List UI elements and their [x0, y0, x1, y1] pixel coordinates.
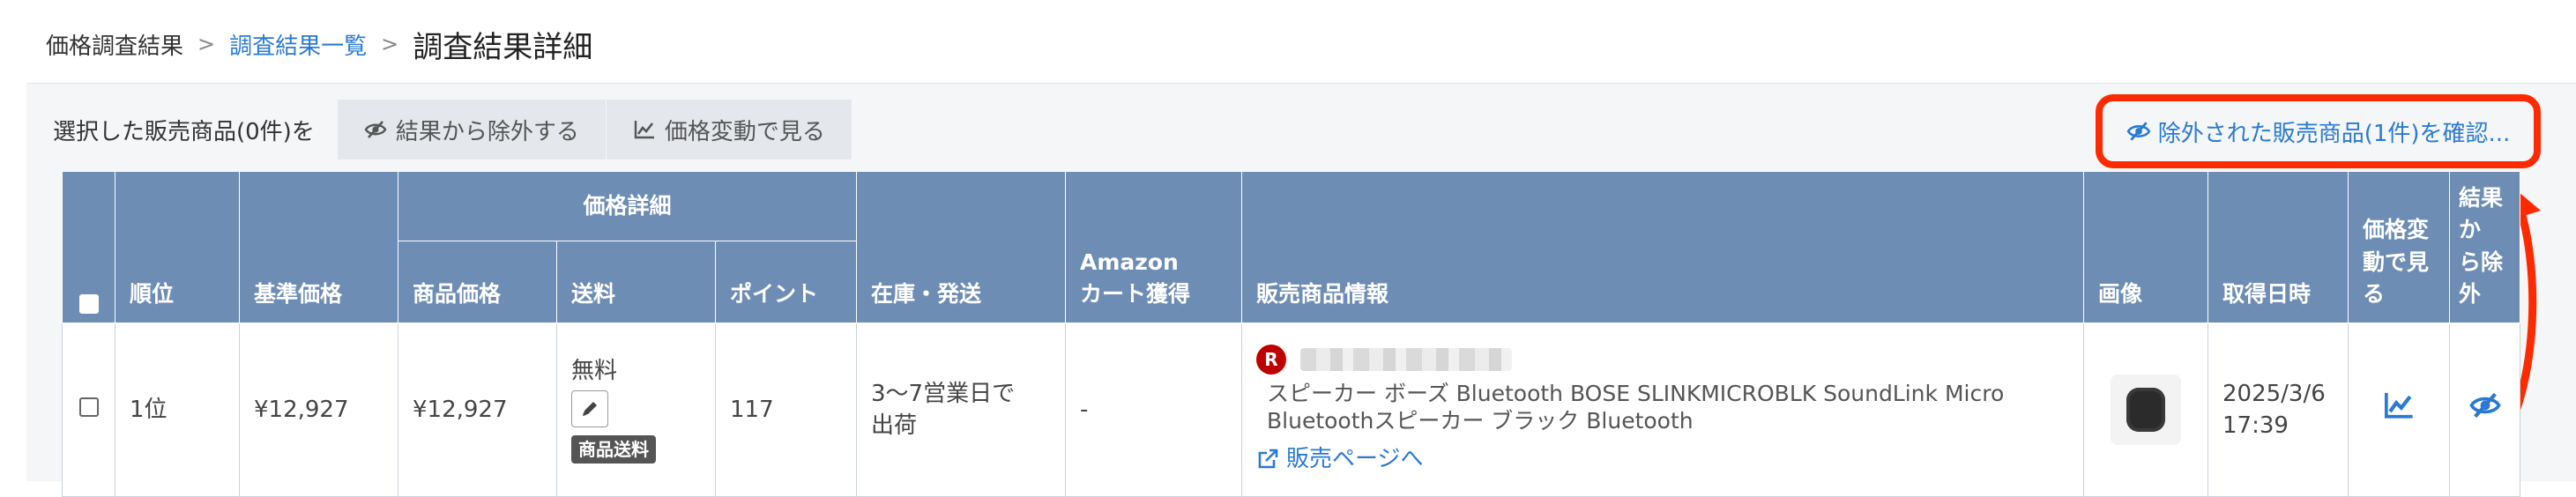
sale-page-label: 販売ページへ	[1286, 446, 1424, 473]
sale-page-link[interactable]: 販売ページへ	[1256, 443, 2069, 475]
page-title: 調査結果詳細	[413, 29, 593, 65]
exclude-selected-label: 結果から除外する	[395, 118, 579, 145]
edit-shipping-button[interactable]	[571, 390, 608, 427]
view-excluded-items-label: 除外された販売商品(1件)を確認...	[2157, 120, 2511, 147]
seller-name-redacted	[1300, 347, 1512, 371]
item-price-cell: ¥12,927	[398, 323, 557, 497]
header-product-info: 販売商品情報	[1241, 171, 2084, 323]
header-shipping[interactable]: 送料	[556, 241, 716, 323]
header-amazon-cart[interactable]: Amazon カート獲得	[1065, 171, 1242, 323]
header-item-price[interactable]: 商品価格	[398, 241, 557, 323]
price-change-view-button[interactable]: 価格変動で見る	[606, 100, 852, 159]
exclude-selected-button[interactable]: 結果から除外する	[337, 100, 607, 159]
breadcrumb-separator: >	[197, 32, 216, 56]
row-select-cell	[62, 323, 115, 497]
header-stock[interactable]: 在庫・発送	[856, 171, 1066, 323]
header-points[interactable]: ポイント	[715, 241, 857, 323]
breadcrumb-separator: >	[381, 32, 399, 56]
line-chart-icon	[634, 121, 654, 139]
product-name: スピーカー ボーズ Bluetooth BOSE SLINKMICROBLK S…	[1267, 380, 2005, 434]
eye-slash-icon	[2126, 122, 2151, 141]
exclude-cell	[2449, 323, 2520, 497]
amazon-cart-cell: -	[1065, 323, 1242, 497]
header-price-detail-group: 価格詳細	[398, 171, 857, 241]
acquired-at-cell: 2025/3/6 17:39	[2207, 323, 2349, 497]
product-thumbnail[interactable]	[2111, 375, 2181, 445]
excluded-items-highlight: 除外された販売商品(1件)を確認...	[2096, 94, 2541, 168]
shipping-badge: 商品送料	[571, 435, 656, 464]
rakuten-logo: R	[1256, 344, 1286, 375]
base-price-cell: ¥12,927	[239, 323, 398, 497]
product-info-cell: R スピーカー ボーズ Bluetooth BOSE SLINKMICROBLK…	[1241, 323, 2084, 497]
eye-slash-icon[interactable]	[2468, 390, 2502, 420]
price-change-cell	[2348, 323, 2450, 497]
line-chart-icon[interactable]	[2381, 390, 2416, 420]
select-all-checkbox[interactable]	[78, 293, 99, 314]
external-link-icon	[1258, 449, 1278, 469]
shipping-value: 無料	[571, 357, 618, 384]
stock-cell: 3〜7営業日で 出荷	[856, 323, 1066, 497]
select-all-cell	[62, 171, 115, 323]
view-excluded-items-link[interactable]: 除外された販売商品(1件)を確認...	[2126, 115, 2511, 148]
header-exclude: 結果か ら除外	[2449, 171, 2520, 323]
results-table: 順位 基準価格 価格詳細 在庫・発送 Amazon カート獲得 販売商品情報 画…	[62, 171, 2520, 497]
row-checkbox[interactable]	[78, 397, 99, 417]
pencil-icon	[583, 402, 597, 416]
eye-slash-icon	[364, 121, 387, 138]
breadcrumb: 価格調査結果 > 調査結果一覧 > 調査結果詳細	[46, 25, 593, 65]
breadcrumb-parent-link[interactable]: 調査結果一覧	[229, 28, 367, 61]
breadcrumb-root[interactable]: 価格調査結果	[46, 28, 183, 61]
header-acquired-at[interactable]: 取得日時	[2207, 171, 2349, 323]
points-cell: 117	[715, 323, 857, 497]
bulk-action-buttons: 結果から除外する 価格変動で見る	[337, 100, 852, 159]
table-row: 1位 ¥12,927 ¥12,927 無料 商品送料 117 3〜7営業日で 出…	[62, 323, 2520, 497]
price-change-view-label: 価格変動で見る	[664, 118, 825, 145]
image-cell	[2083, 323, 2208, 497]
header-rank[interactable]: 順位	[115, 171, 240, 323]
rank-cell: 1位	[115, 323, 240, 497]
bulk-action-bar: 選択した販売商品(0件)を 結果から除外する 価格変動で見る	[53, 99, 852, 160]
seller-row: R	[1256, 344, 2069, 375]
header-image: 画像	[2083, 171, 2208, 323]
shipping-cell: 無料 商品送料	[556, 323, 716, 497]
header-base-price[interactable]: 基準価格	[239, 171, 398, 323]
selected-count-label: 選択した販売商品(0件)を	[53, 118, 315, 145]
header-price-change: 価格変 動で見 る	[2348, 171, 2450, 323]
